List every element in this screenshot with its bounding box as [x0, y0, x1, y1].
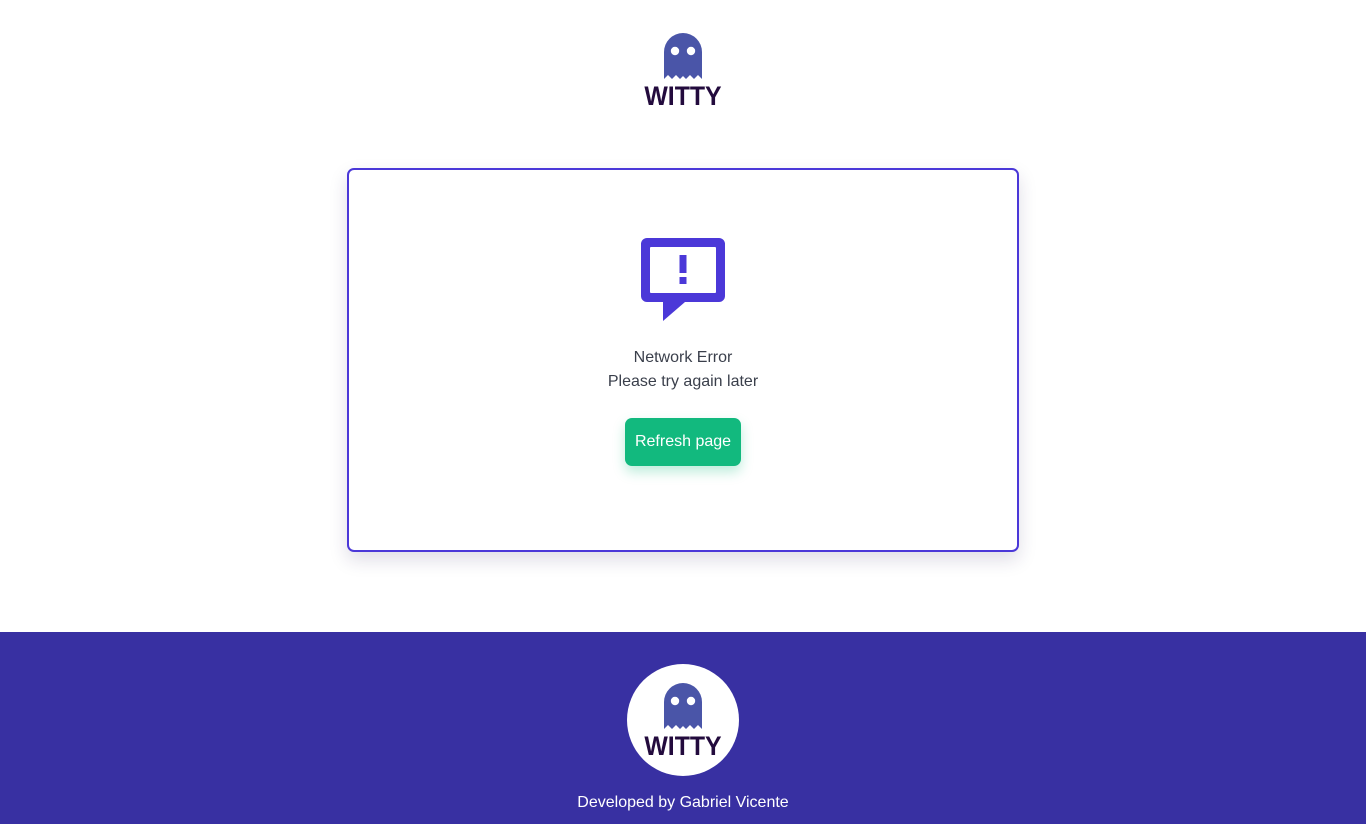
error-subtitle: Please try again later	[607, 373, 759, 390]
refresh-page-button[interactable]: Refresh page	[625, 418, 741, 466]
footer-logo[interactable]: WITTY	[627, 664, 739, 776]
ghost-icon	[664, 33, 702, 79]
footer: WITTY Developed by Gabriel Vicente	[0, 632, 1366, 824]
header-logo[interactable]: WITTY	[0, 33, 1366, 110]
alert-message-icon	[641, 238, 725, 321]
footer-logo-text: WITTY	[644, 731, 722, 761]
ghost-icon	[664, 683, 702, 729]
page: WITTY Network Error Please try again lat…	[0, 0, 1366, 824]
footer-credit: Developed by Gabriel Vicente	[577, 794, 789, 811]
logo-text: WITTY	[644, 81, 722, 111]
error-card: Network Error Please try again later Ref…	[347, 168, 1019, 552]
error-title: Network Error	[633, 349, 733, 366]
